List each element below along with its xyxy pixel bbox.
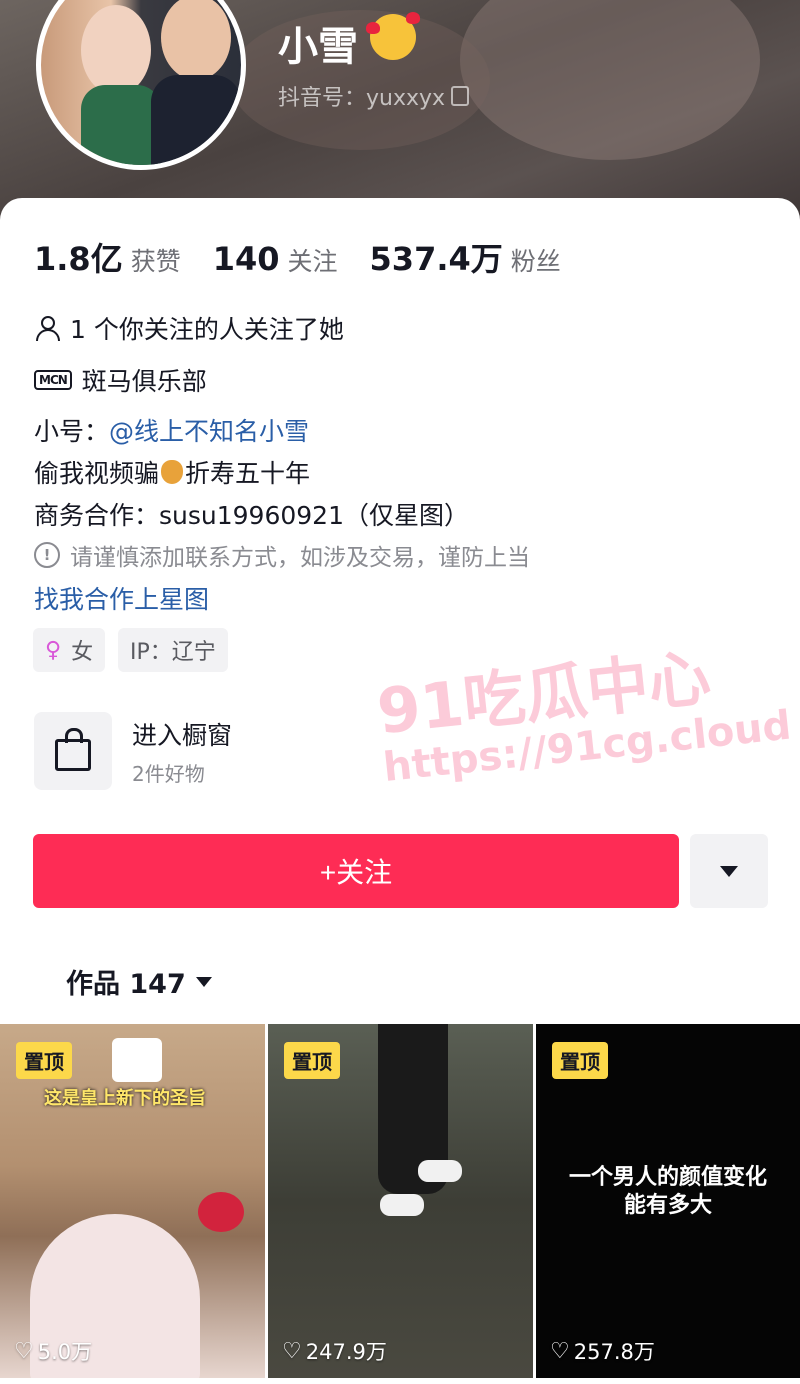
video-thumbnail-detail [418, 1160, 462, 1182]
mcn-icon: MCN [34, 370, 72, 390]
warning-row: ! 请谨慎添加联系方式，如涉及交易，谨防上当 [34, 538, 530, 572]
heart-icon [406, 12, 420, 24]
following-label[interactable]: 关注 [288, 242, 338, 278]
likes-label: 获赞 [130, 247, 181, 276]
avatar[interactable] [36, 0, 246, 170]
smiling-hearts-emoji-icon [366, 12, 420, 60]
video-overlay-text: 这是皇上新下的圣旨 [44, 1088, 206, 1109]
bio-text-end: 折寿五十年 [185, 459, 311, 488]
avatar-photo-detail [81, 85, 161, 165]
pinned-badge: 置顶 [16, 1042, 72, 1079]
copy-icon[interactable] [451, 86, 470, 106]
video-tile[interactable]: 置顶 ♡ 247.9万 [268, 1024, 533, 1378]
caret-down-icon [720, 865, 738, 877]
bio-text-start: 偷我视频骗 [34, 459, 160, 488]
mcn-row[interactable]: MCN 斑马俱乐部 [34, 362, 207, 398]
shopping-bag-icon [34, 712, 112, 790]
douyin-id[interactable]: 抖音号：yuxxyx [278, 80, 470, 112]
alt-account-prefix: 小号： [34, 417, 110, 446]
pinned-badge: 置顶 [284, 1042, 340, 1079]
shop-subtitle: 2件好物 [132, 762, 205, 786]
avatar-photo-detail [161, 0, 231, 80]
video-likes: ♡ 257.8万 [550, 1336, 655, 1366]
money-bag-icon [161, 460, 184, 484]
caret-down-icon [195, 976, 212, 987]
pinned-badge: 置顶 [552, 1042, 608, 1079]
star-cooperation-link[interactable]: 找我合作上星图 [34, 580, 209, 616]
gender-tag: ♀ 女 [33, 628, 106, 672]
gender-text: 女 [71, 640, 94, 665]
alt-account-link[interactable]: @线上不知名小雪 [109, 412, 309, 448]
shop-title: 进入橱窗 [132, 721, 233, 750]
ip-tag: IP：辽宁 [118, 628, 228, 672]
video-likes-count: 5.0万 [37, 1340, 93, 1364]
video-overlay-text: 一个男人的颜值变化 能有多大 [568, 1165, 767, 1218]
profile-card: 1.8亿 获赞 140 关注 537.4万 粉丝 1 个你关注的人关注了她 MC… [0, 198, 800, 1384]
video-tile[interactable]: 置顶 一个男人的颜值变化 能有多大 ♡ 257.8万 [536, 1024, 800, 1378]
mcn-name: 斑马俱乐部 [81, 367, 207, 396]
video-likes-count: 247.9万 [305, 1340, 387, 1364]
douyin-id-text: 抖音号：yuxxyx [278, 86, 446, 111]
stats-row: 1.8亿 获赞 140 关注 537.4万 粉丝 [34, 234, 593, 280]
warning-icon: ! [34, 542, 60, 568]
more-options-button[interactable] [690, 834, 768, 908]
followers-count[interactable]: 537.4万 [370, 234, 503, 280]
works-tab-label: 作品 147 [66, 969, 186, 1000]
video-likes: ♡ 247.9万 [282, 1336, 387, 1366]
meme-sticker-icon [112, 1038, 162, 1082]
profile-name: 小雪 [278, 24, 358, 70]
heart-outline-icon: ♡ [282, 1338, 302, 1364]
likes-count: 1.8亿 [34, 240, 123, 278]
heart-outline-icon: ♡ [14, 1338, 34, 1364]
profile-header: 小雪 抖音号：yuxxyx [0, 0, 800, 230]
following-count[interactable]: 140 [213, 240, 280, 278]
video-thumbnail-detail [380, 1194, 424, 1216]
works-grid: 置顶 这是皇上新下的圣旨 ♡ 5.0万 置顶 ♡ 247.9万 置顶 一个男人的… [0, 1024, 800, 1384]
mutual-followers-text: 1 个你关注的人关注了她 [70, 315, 344, 344]
follow-button[interactable]: +关注 [33, 834, 679, 908]
alt-account-row: 小号： @线上不知名小雪 [34, 412, 309, 448]
video-tile[interactable]: 置顶 这是皇上新下的圣旨 ♡ 5.0万 [0, 1024, 265, 1378]
heart-outline-icon: ♡ [550, 1338, 570, 1364]
warning-text: 请谨慎添加联系方式，如涉及交易，谨防上当 [70, 545, 530, 571]
person-icon [34, 315, 60, 341]
heart-icon [366, 22, 380, 34]
tab-works[interactable]: 作品 147 [66, 962, 212, 1001]
female-icon: ♀ [45, 637, 62, 663]
video-likes-count: 257.8万 [573, 1340, 655, 1364]
header-background-shape [460, 0, 760, 160]
followers-label[interactable]: 粉丝 [511, 242, 561, 278]
avatar-photo-detail [81, 5, 151, 95]
video-likes: ♡ 5.0万 [14, 1336, 92, 1366]
star-link-row: 找我合作上星图 [34, 580, 209, 616]
video-thumbnail-detail [198, 1192, 244, 1232]
shop-window-entry[interactable]: 进入橱窗 2件好物 [34, 712, 534, 792]
business-contact: 商务合作：susu19960921（仅星图） [34, 501, 469, 530]
mutual-followers[interactable]: 1 个你关注的人关注了她 [34, 310, 344, 346]
bio-line: 偷我视频骗 折寿五十年 [34, 454, 310, 490]
avatar-photo-detail [151, 75, 241, 165]
